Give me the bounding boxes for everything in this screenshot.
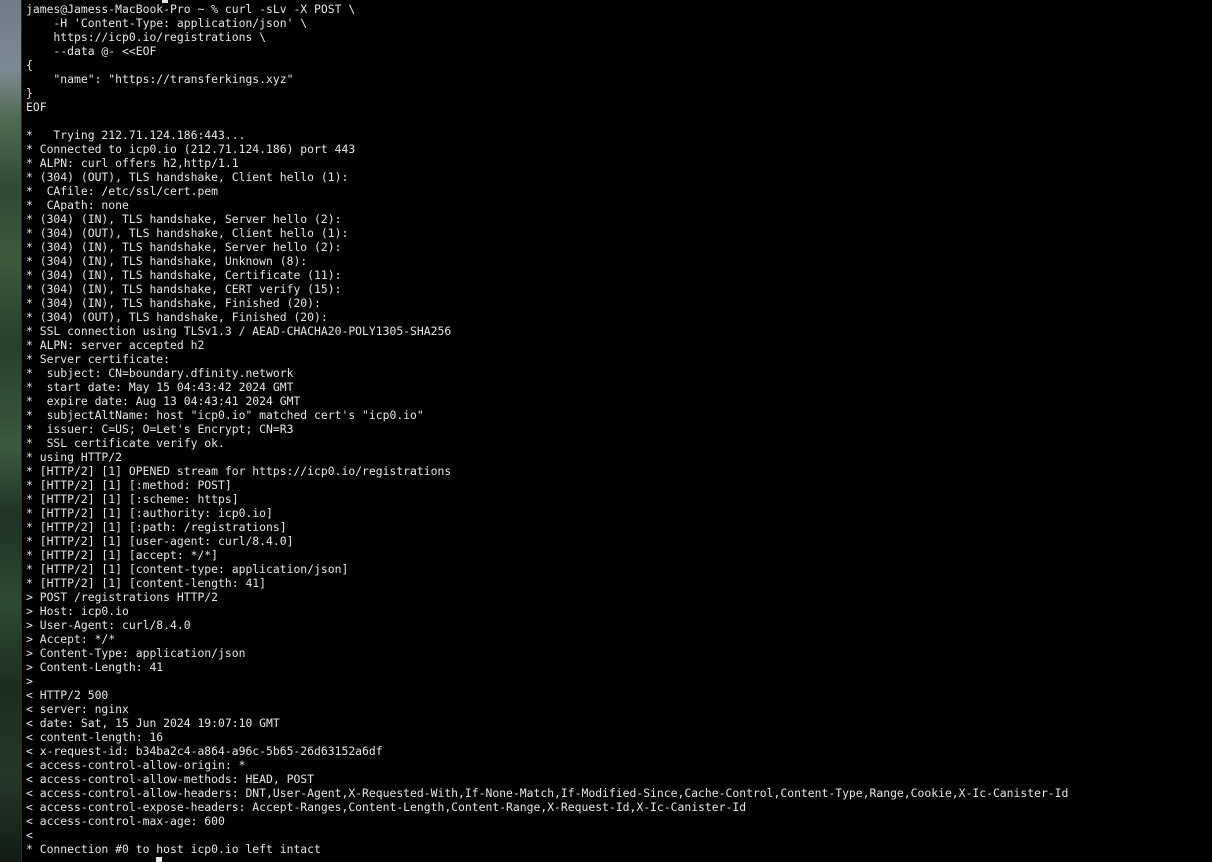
desktop-wallpaper-strip	[0, 0, 22, 862]
terminal-line: * (304) (IN), TLS handshake, Certificate…	[26, 268, 342, 282]
terminal-line: -H 'Content-Type: application/json' \	[26, 16, 308, 30]
terminal-line: * issuer: C=US; O=Let's Encrypt; CN=R3	[26, 422, 294, 436]
terminal-line: * [HTTP/2] [1] [:authority: icp0.io]	[26, 506, 273, 520]
terminal-line: * [HTTP/2] [1] [:path: /registrations]	[26, 520, 287, 534]
terminal-line: * (304) (IN), TLS handshake, CERT verify…	[26, 282, 342, 296]
terminal-cursor-marker	[162, 0, 168, 3]
terminal-line: https://icp0.io/registrations \	[26, 30, 267, 44]
terminal-line: < access-control-expose-headers: Accept-…	[26, 800, 747, 814]
terminal-line: > Content-Length: 41	[26, 660, 164, 674]
terminal-line: * (304) (OUT), TLS handshake, Finished (…	[26, 310, 328, 324]
terminal-window[interactable]: james@Jamess-MacBook-Pro ~ % curl -sLv -…	[22, 0, 1212, 862]
terminal-line: * ALPN: server accepted h2	[26, 338, 205, 352]
terminal-output[interactable]: james@Jamess-MacBook-Pro ~ % curl -sLv -…	[22, 0, 1212, 862]
terminal-line: * (304) (OUT), TLS handshake, Client hel…	[26, 226, 349, 240]
terminal-line: * using HTTP/2	[26, 450, 123, 464]
terminal-line: < access-control-allow-headers: DNT,User…	[26, 786, 1069, 800]
terminal-line: "name": "https://transferkings.xyz"	[26, 72, 294, 86]
terminal-line: * [HTTP/2] [1] [user-agent: curl/8.4.0]	[26, 534, 294, 548]
terminal-line: > Accept: */*	[26, 632, 116, 646]
terminal-line: * Trying 212.71.124.186:443...	[26, 128, 246, 142]
terminal-line: * CApath: none	[26, 198, 129, 212]
terminal-line: <	[26, 828, 33, 842]
terminal-line: * Connection #0 to host icp0.io left int…	[26, 842, 321, 856]
terminal-line: * (304) (IN), TLS handshake, Server hell…	[26, 212, 342, 226]
terminal-line: > Content-Type: application/json	[26, 646, 246, 660]
terminal-line: < x-request-id: b34ba2c4-a864-a96c-5b65-…	[26, 744, 383, 758]
terminal-line: * (304) (IN), TLS handshake, Unknown (8)…	[26, 254, 308, 268]
terminal-line: * subjectAltName: host "icp0.io" matched…	[26, 408, 424, 422]
terminal-line: * Server certificate:	[26, 352, 171, 366]
terminal-line: < date: Sat, 15 Jun 2024 19:07:10 GMT	[26, 716, 280, 730]
terminal-line: * CAfile: /etc/ssl/cert.pem	[26, 184, 219, 198]
terminal-line: * (304) (IN), TLS handshake, Finished (2…	[26, 296, 321, 310]
terminal-line: > User-Agent: curl/8.4.0	[26, 618, 191, 632]
terminal-line: * (304) (OUT), TLS handshake, Client hel…	[26, 170, 349, 184]
terminal-line: * SSL certificate verify ok.	[26, 436, 225, 450]
terminal-line: --data @- <<EOF	[26, 44, 157, 58]
terminal-line: < access-control-allow-methods: HEAD, PO…	[26, 772, 315, 786]
terminal-line: < HTTP/2 500	[26, 688, 109, 702]
terminal-line: EOF	[26, 100, 47, 114]
terminal-line: < access-control-max-age: 600	[26, 814, 225, 828]
terminal-line: * [HTTP/2] [1] [:scheme: https]	[26, 492, 239, 506]
terminal-line: > POST /registrations HTTP/2	[26, 590, 219, 604]
terminal-line: * start date: May 15 04:43:42 2024 GMT	[26, 380, 294, 394]
terminal-line: * [HTTP/2] [1] [:method: POST]	[26, 478, 232, 492]
terminal-line: < server: nginx	[26, 702, 129, 716]
terminal-line: james@Jamess-MacBook-Pro ~ % curl -sLv -…	[26, 2, 356, 16]
terminal-line: * [HTTP/2] [1] [accept: */*]	[26, 548, 219, 562]
terminal-line: * ALPN: curl offers h2,http/1.1	[26, 156, 239, 170]
terminal-prompt-line[interactable]	[26, 856, 1212, 862]
terminal-line: * (304) (IN), TLS handshake, Server hell…	[26, 240, 342, 254]
terminal-line: * expire date: Aug 13 04:43:41 2024 GMT	[26, 394, 301, 408]
terminal-line: * Connected to icp0.io (212.71.124.186) …	[26, 142, 356, 156]
terminal-line: * [HTTP/2] [1] [content-length: 41]	[26, 576, 267, 590]
terminal-line: >	[26, 674, 33, 688]
terminal-line: * [HTTP/2] [1] OPENED stream for https:/…	[26, 464, 452, 478]
terminal-line: * [HTTP/2] [1] [content-type: applicatio…	[26, 562, 349, 576]
terminal-line: < content-length: 16	[26, 730, 164, 744]
terminal-line: }	[26, 86, 33, 100]
terminal-line: * SSL connection using TLSv1.3 / AEAD-CH…	[26, 324, 452, 338]
terminal-line: * subject: CN=boundary.dfinity.network	[26, 366, 294, 380]
terminal-line: > Host: icp0.io	[26, 604, 129, 618]
terminal-line: {	[26, 58, 33, 72]
terminal-cursor	[156, 857, 163, 862]
terminal-line: < access-control-allow-origin: *	[26, 758, 246, 772]
